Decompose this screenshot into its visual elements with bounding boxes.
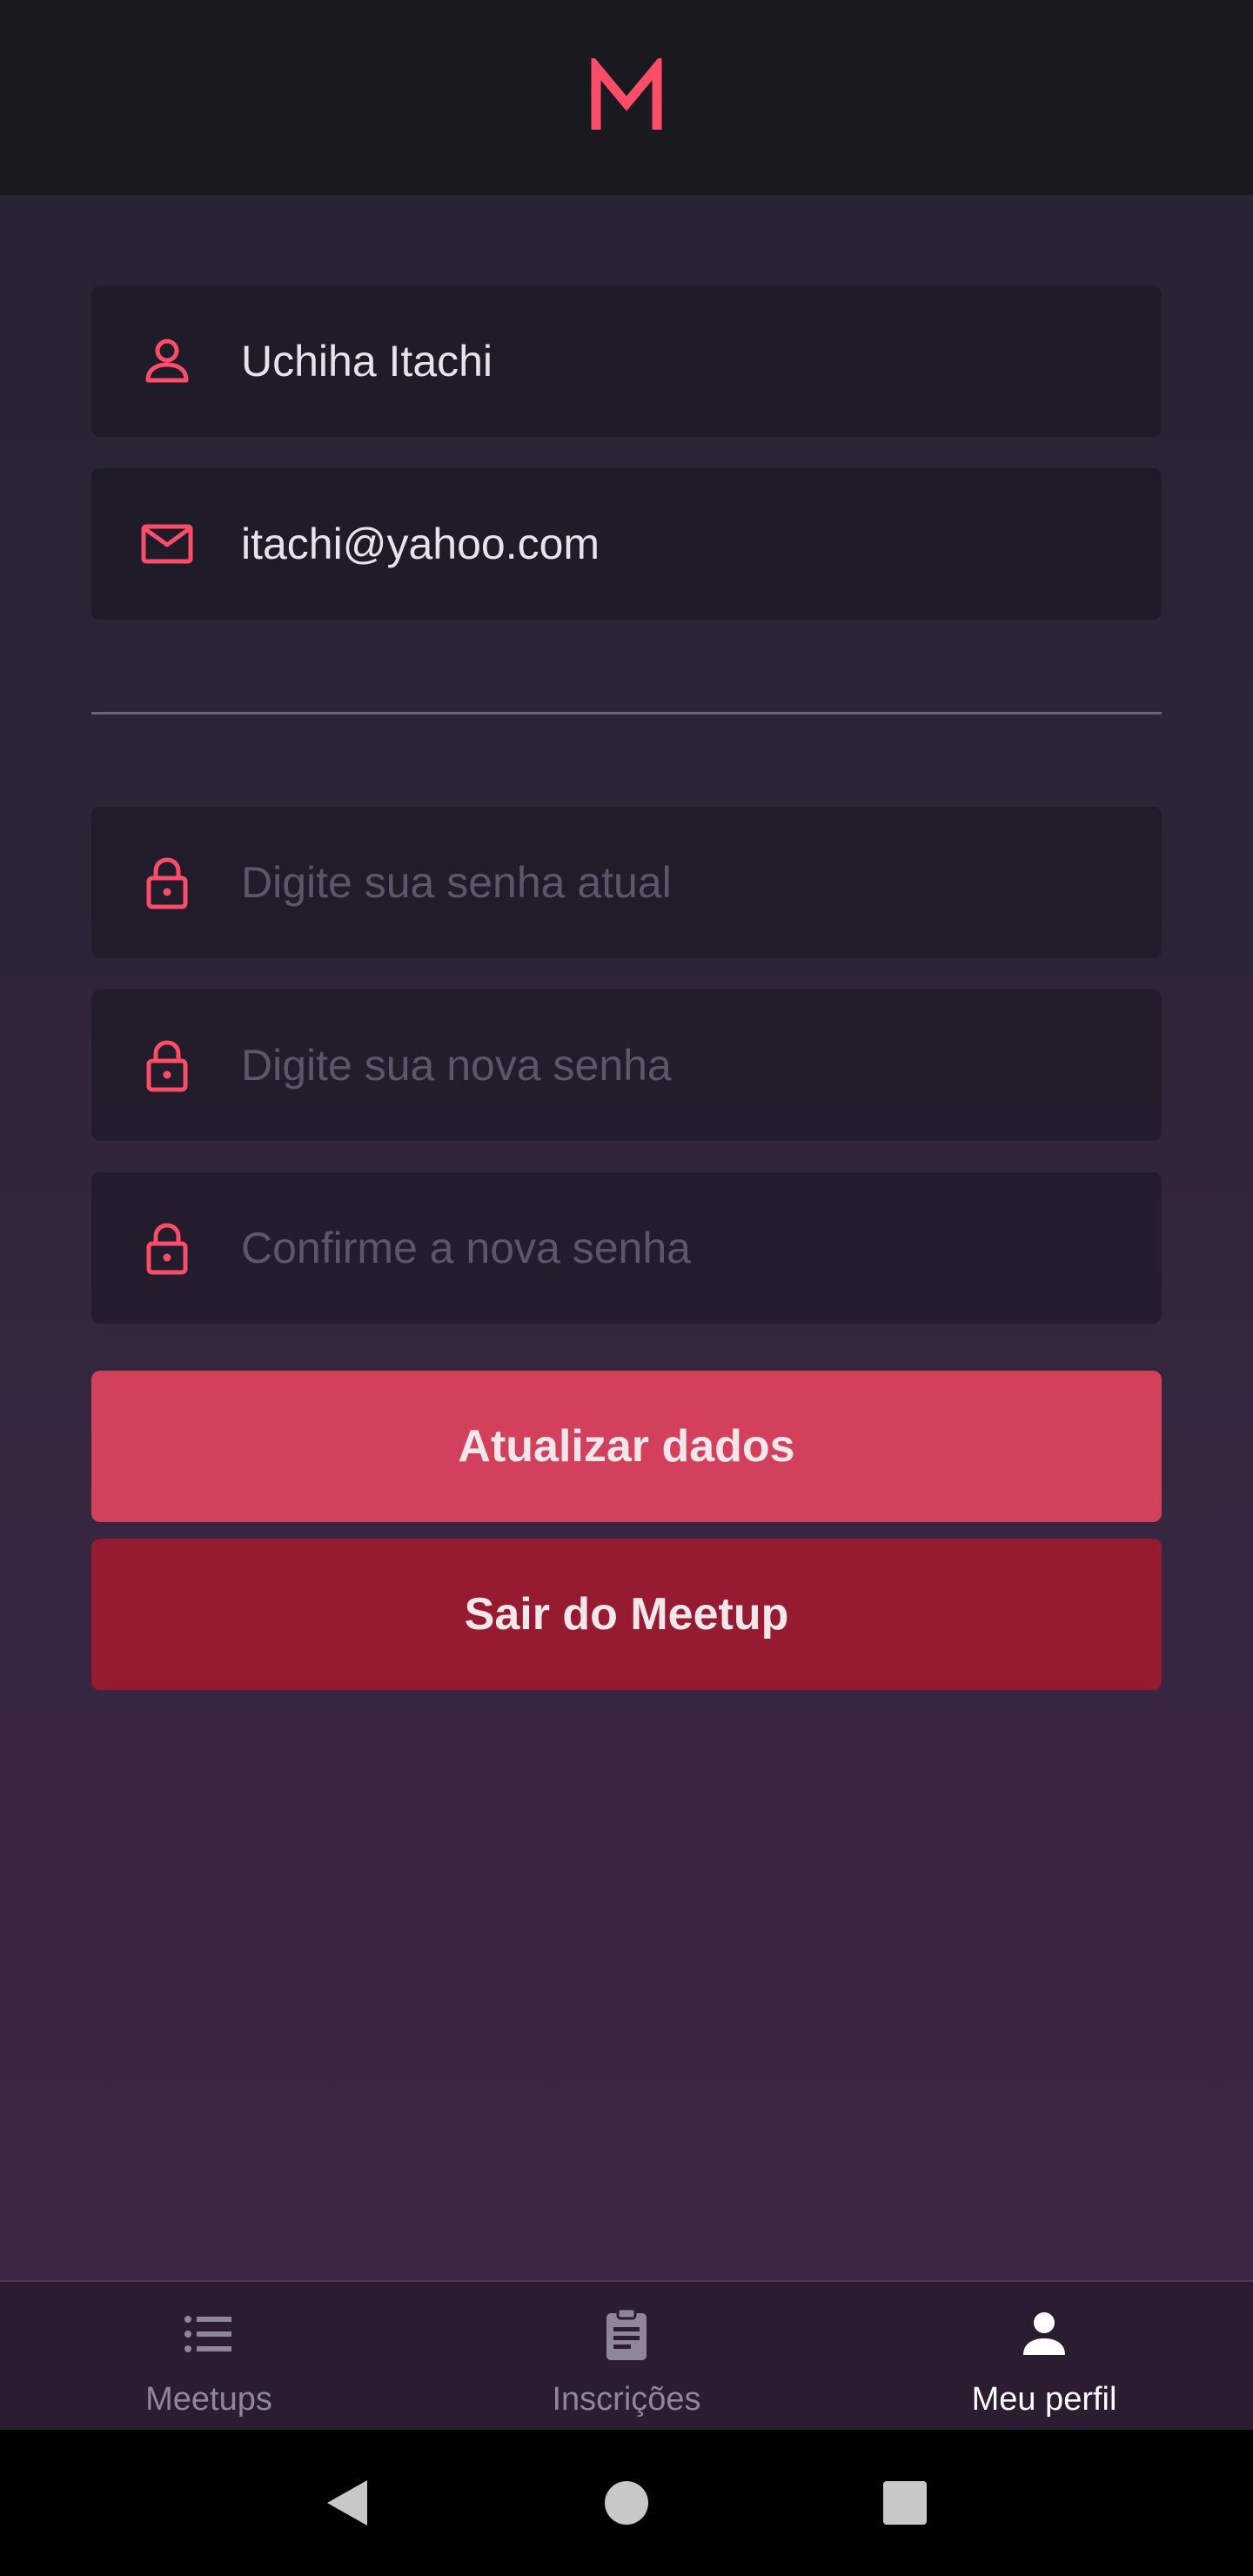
- mail-icon: [139, 516, 195, 572]
- profile-screen: Uchiha Itachi itachi@yahoo.com Atualizar…: [0, 0, 1253, 2576]
- lock-icon: [139, 855, 195, 910]
- new-password-input[interactable]: [241, 1040, 1111, 1090]
- section-divider: [91, 712, 1162, 714]
- current-password-field[interactable]: [91, 807, 1162, 958]
- email-field[interactable]: itachi@yahoo.com: [91, 468, 1162, 620]
- tab-label: Meu perfil: [971, 2381, 1117, 2418]
- person-outline-icon: [139, 333, 195, 389]
- update-data-button[interactable]: Atualizar dados: [91, 1371, 1162, 1522]
- tab-meetups[interactable]: Meetups: [0, 2282, 418, 2430]
- email-value: itachi@yahoo.com: [241, 520, 600, 568]
- name-field[interactable]: Uchiha Itachi: [91, 285, 1162, 437]
- app-header: [0, 0, 1253, 195]
- meetup-logo-icon: [591, 58, 662, 130]
- clipboard-icon: [606, 2307, 647, 2360]
- tab-label: Inscrições: [552, 2381, 701, 2418]
- name-value: Uchiha Itachi: [241, 337, 493, 386]
- new-password-field[interactable]: [91, 989, 1162, 1141]
- home-icon[interactable]: [599, 2475, 654, 2531]
- tab-inscricoes[interactable]: Inscrições: [418, 2282, 835, 2430]
- back-icon[interactable]: [320, 2475, 376, 2531]
- logout-button[interactable]: Sair do Meetup: [91, 1539, 1162, 1690]
- confirm-password-input[interactable]: [241, 1223, 1111, 1273]
- person-icon: [1023, 2312, 1065, 2355]
- lock-icon: [139, 1220, 195, 1276]
- current-password-input[interactable]: [241, 857, 1111, 908]
- system-nav-bar: [0, 2430, 1253, 2576]
- list-icon: [184, 2316, 231, 2352]
- lock-icon: [139, 1037, 195, 1093]
- bottom-tab-bar: Meetups Inscrições Meu perfil: [0, 2280, 1253, 2430]
- recents-icon[interactable]: [877, 2475, 933, 2531]
- tab-meu-perfil[interactable]: Meu perfil: [835, 2282, 1253, 2430]
- confirm-password-field[interactable]: [91, 1172, 1162, 1324]
- tab-label: Meetups: [145, 2381, 272, 2418]
